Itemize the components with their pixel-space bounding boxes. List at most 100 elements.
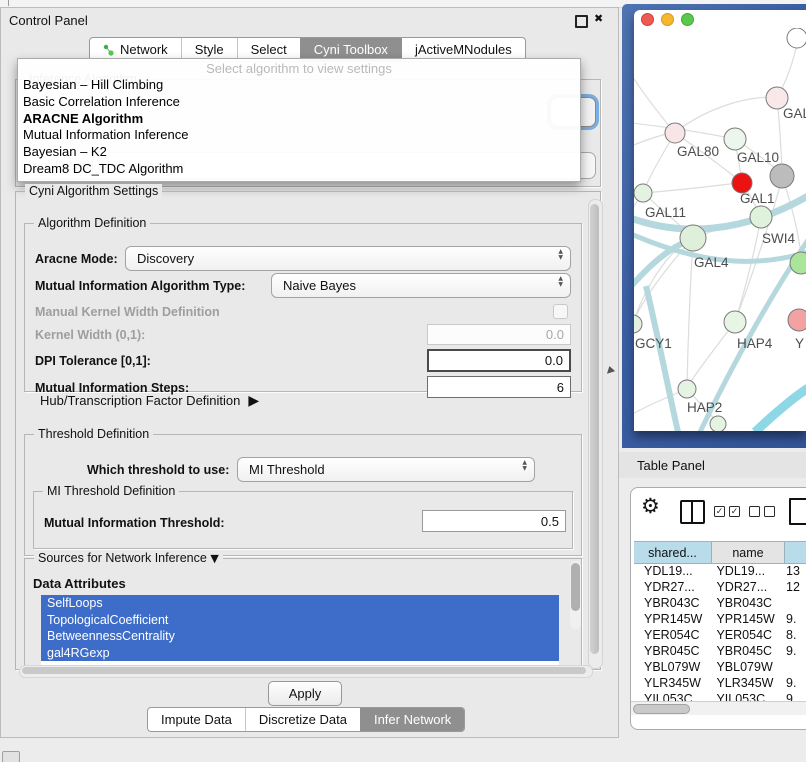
mi-type-combo[interactable]: Naive Bayes ▲▼ xyxy=(271,273,571,298)
settings-hscroll-thumb[interactable] xyxy=(22,667,586,674)
table-cell: 13 xyxy=(780,564,806,578)
network-node[interactable] xyxy=(678,380,696,398)
minimized-panel-icon[interactable] xyxy=(2,751,20,762)
network-node[interactable] xyxy=(665,123,685,143)
network-edge[interactable] xyxy=(687,238,693,386)
algorithm-option[interactable]: Bayesian – Hill Climbing xyxy=(18,77,580,94)
network-node[interactable] xyxy=(634,184,652,202)
data-attribute-item[interactable]: SelfLoops xyxy=(41,595,559,612)
attributes-scrollbar-thumb[interactable] xyxy=(571,563,580,611)
network-node[interactable] xyxy=(787,28,806,48)
table-cell: YDL19... xyxy=(709,564,780,578)
new-table-icon[interactable] xyxy=(789,498,806,525)
algorithm-option[interactable]: Mutual Information Inference xyxy=(18,127,580,144)
network-edge[interactable] xyxy=(675,97,777,133)
table-row[interactable]: YPR145WYPR145W9. xyxy=(634,611,806,627)
network-node[interactable] xyxy=(680,225,706,251)
table-cell: YBR045C xyxy=(634,644,709,658)
tab-impute-data[interactable]: Impute Data xyxy=(148,708,245,731)
manual-kernel-checkbox[interactable] xyxy=(553,304,568,319)
table-row[interactable]: YBL079WYBL079W xyxy=(634,659,806,675)
settings-horizontal-scrollbar[interactable] xyxy=(19,665,593,678)
network-node[interactable] xyxy=(788,309,806,331)
node-label: GAL11 xyxy=(645,205,686,220)
network-node[interactable] xyxy=(634,315,642,333)
network-node[interactable] xyxy=(724,311,746,333)
sources-group-title[interactable]: Sources for Network Inference ▼ xyxy=(34,551,223,565)
close-traffic-light[interactable] xyxy=(641,13,654,26)
network-edge[interactable] xyxy=(634,133,670,150)
table-row[interactable]: YLR345WYLR345W9. xyxy=(634,675,806,691)
algorithm-definition-title: Algorithm Definition xyxy=(34,216,150,230)
column-header[interactable]: name xyxy=(712,542,785,564)
kernel-width-field[interactable]: 0.0 xyxy=(427,324,571,345)
float-window-icon[interactable] xyxy=(575,15,588,28)
algorithm-option[interactable]: Basic Correlation Inference xyxy=(18,94,580,111)
deselect-all-icon[interactable] xyxy=(749,506,775,517)
sources-title-text: Sources for Network Inference xyxy=(38,551,207,565)
node-label: HAP4 xyxy=(737,336,773,351)
network-edge[interactable] xyxy=(643,183,738,193)
tab-discretize-data[interactable]: Discretize Data xyxy=(245,708,360,731)
table-hscroll-thumb[interactable] xyxy=(633,704,690,714)
tab-jactivemnodules-label: jActiveMNodules xyxy=(415,42,512,57)
table-cell: 9. xyxy=(780,676,806,690)
algorithm-option[interactable]: Dream8 DC_TDC Algorithm xyxy=(18,161,580,178)
data-attribute-item[interactable]: BetweennessCentrality xyxy=(41,628,559,645)
node-label: GAL4 xyxy=(694,255,729,270)
select-all-icon[interactable]: ✓ ✓ xyxy=(714,506,740,517)
mi-type-value: Naive Bayes xyxy=(283,278,356,293)
mi-threshold-field[interactable]: 0.5 xyxy=(422,510,566,532)
data-attribute-item[interactable]: gal4RGexp xyxy=(41,645,559,662)
expand-right-icon: ▶ xyxy=(248,393,259,409)
network-node[interactable] xyxy=(750,206,772,228)
table-row[interactable]: YER054CYER054C8. xyxy=(634,627,806,643)
network-node[interactable] xyxy=(732,173,752,193)
table-row[interactable]: YDR27...YDR27...12 xyxy=(634,579,806,595)
tab-style-label: Style xyxy=(195,42,224,57)
network-node[interactable] xyxy=(724,128,746,150)
data-attributes-list[interactable]: SelfLoopsTopologicalCoefficientBetweenne… xyxy=(41,595,559,667)
table-row[interactable]: YDL19...YDL19...13 xyxy=(634,563,806,579)
table-horizontal-scrollbar[interactable] xyxy=(631,701,806,715)
tab-infer-network[interactable]: Infer Network xyxy=(360,708,464,731)
table-cell: YDL19... xyxy=(634,564,709,578)
network-edge[interactable] xyxy=(735,222,760,322)
network-edge[interactable] xyxy=(634,240,690,302)
dpi-tolerance-value: 0.0 xyxy=(545,353,563,368)
column-header[interactable]: shared... xyxy=(634,542,712,564)
network-edge[interactable] xyxy=(755,388,806,431)
network-window: GALGAL80GAL10GAL1GAL11SWI4GAL4GCY1HAP4YH… xyxy=(634,10,806,431)
node-label: GAL80 xyxy=(677,144,719,159)
apply-button[interactable]: Apply xyxy=(268,681,342,706)
gear-icon[interactable]: ⚙ xyxy=(641,494,660,518)
aracne-mode-value: Discovery xyxy=(137,251,194,266)
algorithm-option[interactable]: Bayesian – K2 xyxy=(18,144,580,161)
minimize-traffic-light[interactable] xyxy=(661,13,674,26)
combo-spinner-icon: ▲▼ xyxy=(558,249,563,260)
algorithm-option[interactable]: ARACNE Algorithm xyxy=(18,111,580,128)
hub-definition-toggle[interactable]: Hub/Transcription Factor Definition▶ xyxy=(40,393,259,409)
dpi-tolerance-field[interactable]: 0.0 xyxy=(427,349,571,372)
table-cell: YPR145W xyxy=(709,612,780,626)
mi-steps-field[interactable]: 6 xyxy=(427,376,571,398)
network-edge[interactable] xyxy=(646,286,678,431)
close-icon[interactable]: ✖ xyxy=(594,12,603,25)
data-attribute-item[interactable]: TopologicalCoefficient xyxy=(41,612,559,629)
zoom-traffic-light[interactable] xyxy=(681,13,694,26)
settings-vscroll-thumb[interactable] xyxy=(590,204,599,654)
table-row[interactable]: YBR045CYBR045C9. xyxy=(634,643,806,659)
network-canvas[interactable]: GALGAL80GAL10GAL1GAL11SWI4GAL4GCY1HAP4YH… xyxy=(634,28,806,431)
collapse-down-icon: ▼ xyxy=(210,552,218,565)
table-cell: 9. xyxy=(780,644,806,658)
network-edge[interactable] xyxy=(634,60,670,127)
split-columns-icon[interactable] xyxy=(680,500,705,524)
network-node[interactable] xyxy=(710,416,726,431)
aracne-mode-combo[interactable]: Discovery ▲▼ xyxy=(125,246,571,271)
attributes-scrollbar[interactable] xyxy=(570,561,581,629)
which-threshold-combo[interactable]: MI Threshold ▲▼ xyxy=(237,457,535,482)
table-row[interactable]: YBR043CYBR043C xyxy=(634,595,806,611)
network-node[interactable] xyxy=(770,164,794,188)
column-header[interactable] xyxy=(785,542,806,564)
settings-vertical-scrollbar[interactable] xyxy=(588,199,603,669)
